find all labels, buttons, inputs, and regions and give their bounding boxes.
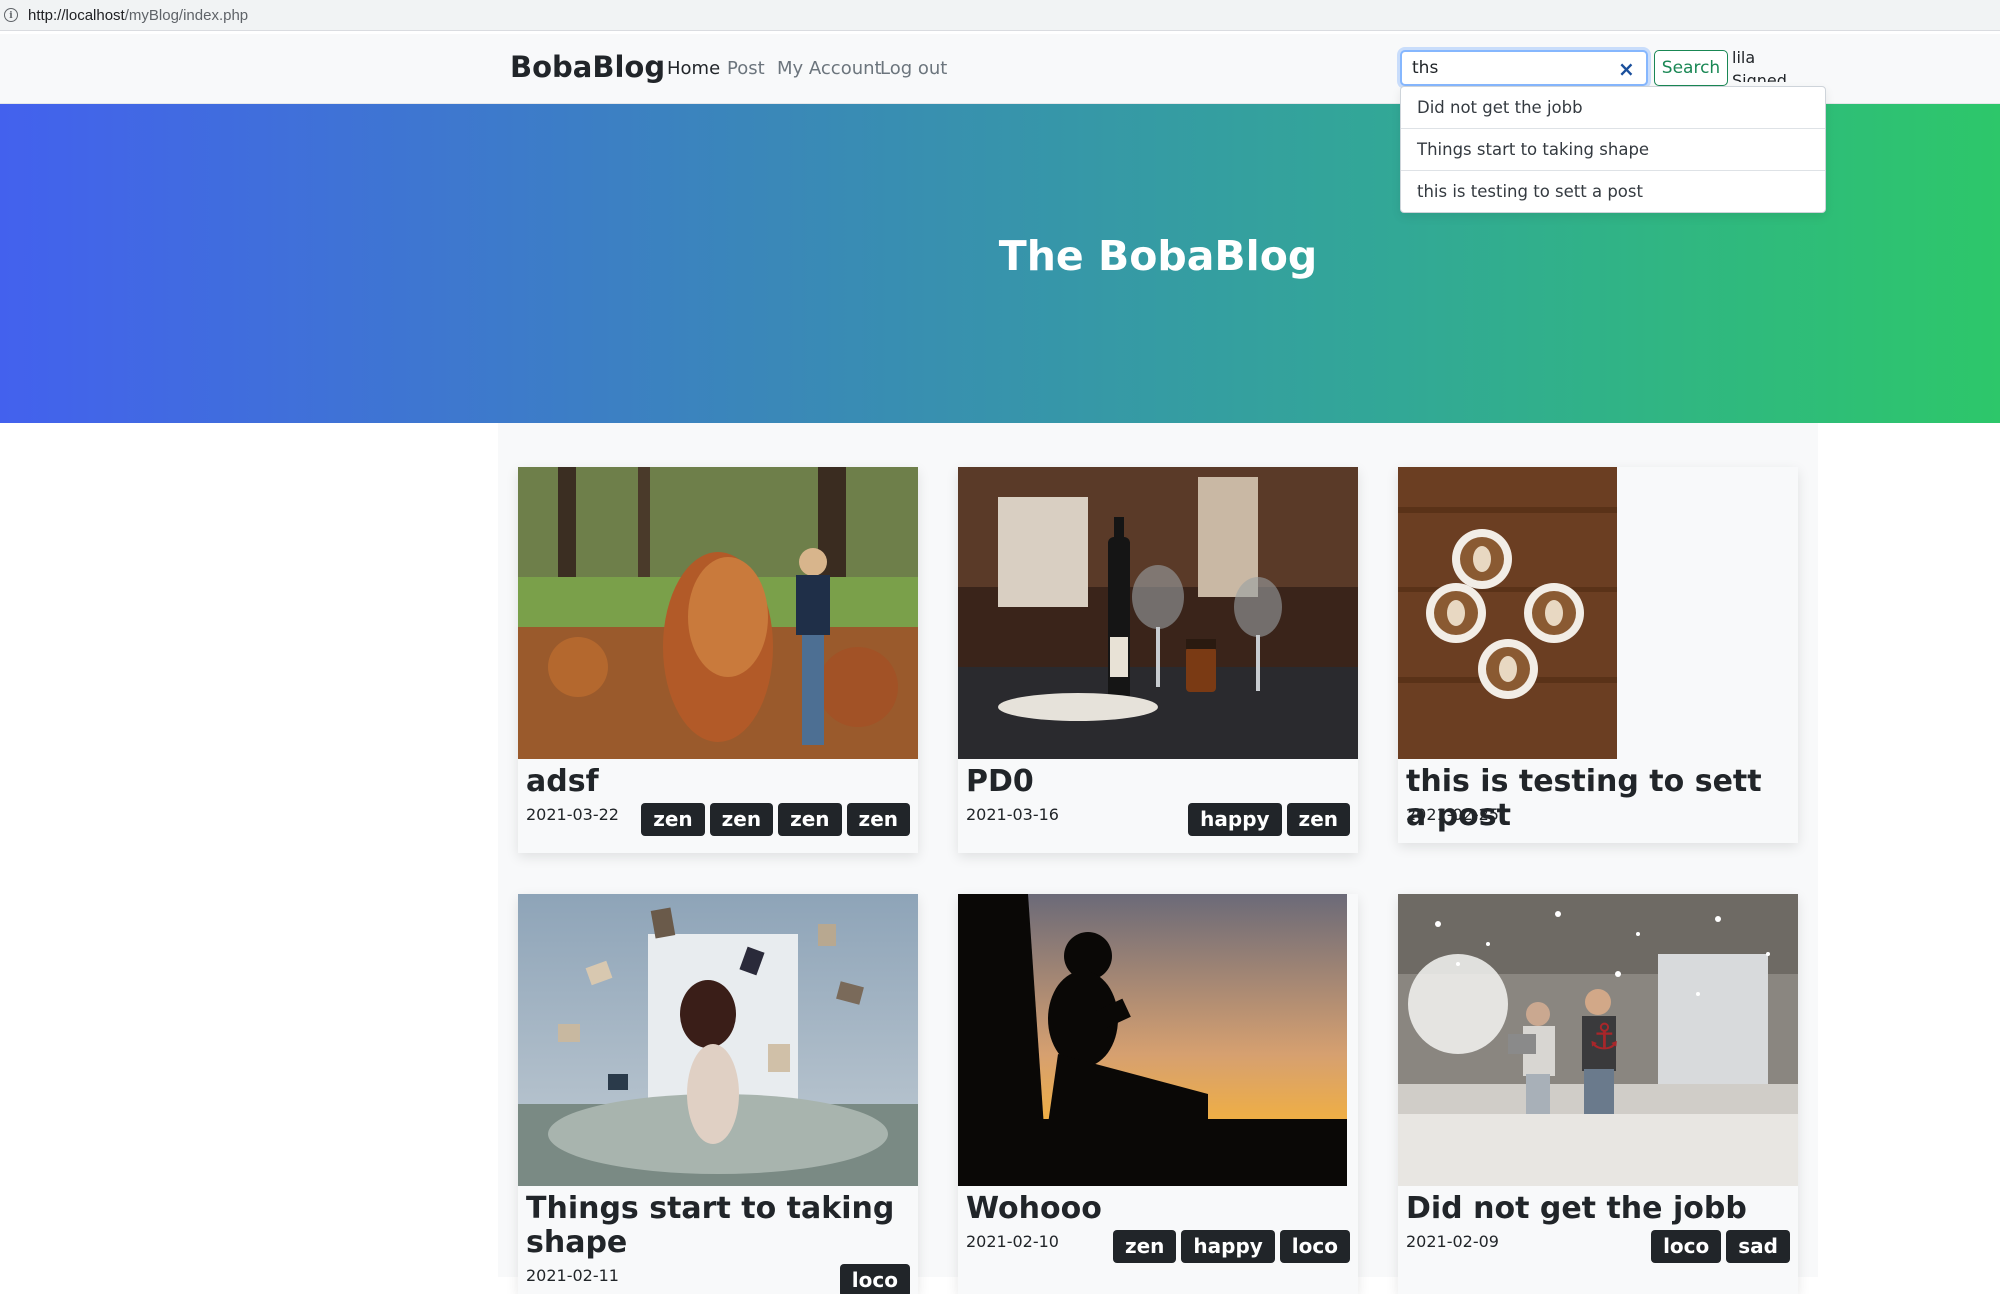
post-tags: zen zen zen zen <box>641 803 910 836</box>
url-path: /myBlog/index.php <box>124 6 249 24</box>
post-card[interactable]: Wohooo 2021-02-10 zen happy loco <box>958 894 1358 1294</box>
posts-grid: adsf 2021-03-22 zen zen zen zen PD0 2021… <box>498 423 1818 1294</box>
search-input[interactable] <box>1400 50 1648 86</box>
post-tags: zen happy loco <box>1112 1230 1350 1263</box>
url-text[interactable]: http://localhost/myBlog/index.php <box>28 7 248 24</box>
tag-badge[interactable]: zen <box>1286 803 1350 836</box>
svg-text:⚓: ⚓ <box>1588 1017 1620 1058</box>
post-date: 2021-02-10 <box>966 1232 1059 1251</box>
nav-post[interactable]: Post <box>727 58 765 79</box>
post-image[interactable] <box>958 467 1358 759</box>
post-card[interactable]: Things start to taking shape 2021-02-11 … <box>518 894 918 1294</box>
tag-badge[interactable]: zen <box>778 803 842 836</box>
post-title[interactable]: Things start to taking shape <box>526 1192 912 1260</box>
post-image[interactable]: ⚓ <box>1398 894 1798 1186</box>
nav-home[interactable]: Home <box>667 58 720 79</box>
post-image[interactable] <box>1398 467 1617 759</box>
tag-badge[interactable]: loco <box>1651 1230 1722 1263</box>
hero-title: The BobaBlog <box>998 232 1318 280</box>
info-icon[interactable]: i <box>4 8 18 22</box>
post-title[interactable]: PD0 <box>966 765 1352 799</box>
tag-badge[interactable]: loco <box>1279 1230 1350 1263</box>
tag-badge[interactable]: sad <box>1726 1230 1790 1263</box>
post-date: 2021-02-25 <box>1406 805 1499 824</box>
clear-search-icon[interactable]: × <box>1618 57 1635 81</box>
nav-my-account[interactable]: My Account <box>777 58 882 79</box>
tag-badge[interactable]: happy <box>1181 1230 1275 1263</box>
post-card[interactable]: adsf 2021-03-22 zen zen zen zen <box>518 467 918 853</box>
post-date: 2021-03-22 <box>526 805 619 824</box>
suggestion-item[interactable]: Did not get the jobb <box>1401 87 1825 129</box>
tag-badge[interactable]: zen <box>1112 1230 1177 1263</box>
post-card[interactable]: this is testing to sett a post 2021-02-2… <box>1398 467 1798 843</box>
search-suggestions: Did not get the jobb Things start to tak… <box>1400 86 1826 213</box>
post-date: 2021-02-09 <box>1406 1232 1499 1251</box>
tag-badge[interactable]: zen <box>641 803 705 836</box>
tag-badge[interactable]: zen <box>709 803 774 836</box>
tag-badge[interactable]: happy <box>1188 803 1282 836</box>
post-date: 2021-02-11 <box>526 1266 619 1285</box>
post-date: 2021-03-16 <box>966 805 1059 824</box>
tag-badge[interactable]: loco <box>839 1264 910 1294</box>
post-title[interactable]: Wohooo <box>966 1192 1352 1226</box>
post-title[interactable]: Did not get the jobb <box>1406 1192 1792 1226</box>
suggestion-item[interactable]: this is testing to sett a post <box>1401 171 1825 212</box>
post-tags: loco sad <box>1651 1230 1790 1263</box>
url-host: http://localhost <box>28 6 125 24</box>
search-button[interactable]: Search <box>1654 50 1728 86</box>
user-status: Signed in <box>1732 71 1787 82</box>
post-title[interactable]: adsf <box>526 765 912 799</box>
user-info: lila Signed in <box>1732 46 1804 82</box>
browser-url-bar[interactable]: i http://localhost/myBlog/index.php <box>0 0 2000 31</box>
suggestion-item[interactable]: Things start to taking shape <box>1401 129 1825 171</box>
post-card[interactable]: ⚓ Did not get the jobb 2021-02-09 loco s… <box>1398 894 1798 1294</box>
tag-badge[interactable]: zen <box>846 803 910 836</box>
brand-logo[interactable]: BobaBlog <box>510 50 665 84</box>
post-tags: happy zen <box>1188 803 1350 836</box>
user-name: lila <box>1732 48 1756 67</box>
post-image[interactable] <box>518 467 918 759</box>
post-image[interactable] <box>958 894 1347 1186</box>
post-card[interactable]: PD0 2021-03-16 happy zen <box>958 467 1358 853</box>
nav-log-out[interactable]: Log out <box>880 58 947 79</box>
post-image[interactable] <box>518 894 918 1186</box>
post-tags: loco <box>839 1264 910 1294</box>
